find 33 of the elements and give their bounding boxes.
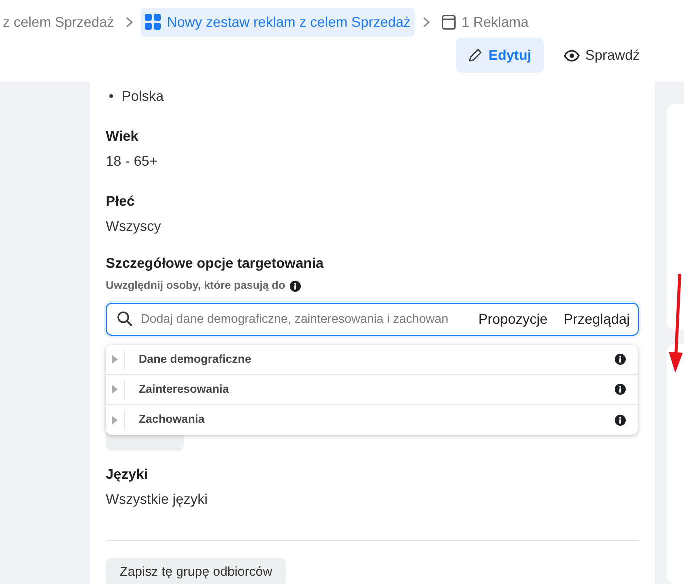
category-row[interactable]: Dane demograficzne bbox=[106, 345, 638, 375]
bullet: • bbox=[109, 87, 114, 106]
search-option-link[interactable]: Propozycje bbox=[478, 308, 548, 330]
section-heading: Języki bbox=[106, 464, 150, 484]
category-row[interactable]: Zachowania bbox=[106, 405, 638, 435]
chevron-icon bbox=[422, 17, 430, 28]
mode-button[interactable]: Edytuj bbox=[456, 38, 544, 73]
eye-icon bbox=[564, 50, 580, 62]
section-heading: Płeć bbox=[106, 192, 136, 211]
section-value: 18 - 65+ bbox=[106, 152, 159, 171]
subheading: Uwzględnij osoby, które pasują do bbox=[106, 279, 286, 294]
search-option-link[interactable]: Przeglądaj bbox=[564, 308, 630, 330]
breadcrumb-link[interactable]: z celem Sprzedaż bbox=[0, 8, 118, 36]
grid-icon bbox=[145, 14, 162, 30]
chevron-icon bbox=[126, 17, 134, 28]
info-icon bbox=[615, 354, 626, 365]
ad-icon bbox=[442, 14, 456, 30]
location-item: Polska bbox=[122, 87, 164, 106]
section-value: Wszystkie języki bbox=[106, 490, 209, 509]
info-icon bbox=[615, 384, 626, 395]
section-heading: Szczegółowe opcje targetowania bbox=[106, 254, 325, 273]
save-audience-button[interactable]: Zapisz tę grupę odbiorców bbox=[106, 558, 286, 584]
breadcrumb-link[interactable]: 1 Reklama bbox=[438, 8, 533, 36]
info-icon bbox=[290, 280, 300, 292]
info-icon bbox=[615, 414, 626, 426]
pencil-icon bbox=[468, 48, 483, 63]
search-icon bbox=[117, 311, 133, 327]
mode-button[interactable]: Sprawdź bbox=[552, 38, 652, 73]
targeting-search-field[interactable]: Dodaj dane demograficzne, zainteresowania i zachowan Propozycje Przeglądaj bbox=[106, 302, 639, 336]
category-row[interactable]: Zainteresowania bbox=[106, 375, 638, 405]
breadcrumb-link[interactable]: Nowy zestaw reklam z celem Sprzedaż bbox=[141, 8, 415, 36]
section-value: Wszyscy bbox=[106, 217, 162, 236]
section-heading: Wiek bbox=[106, 127, 140, 146]
